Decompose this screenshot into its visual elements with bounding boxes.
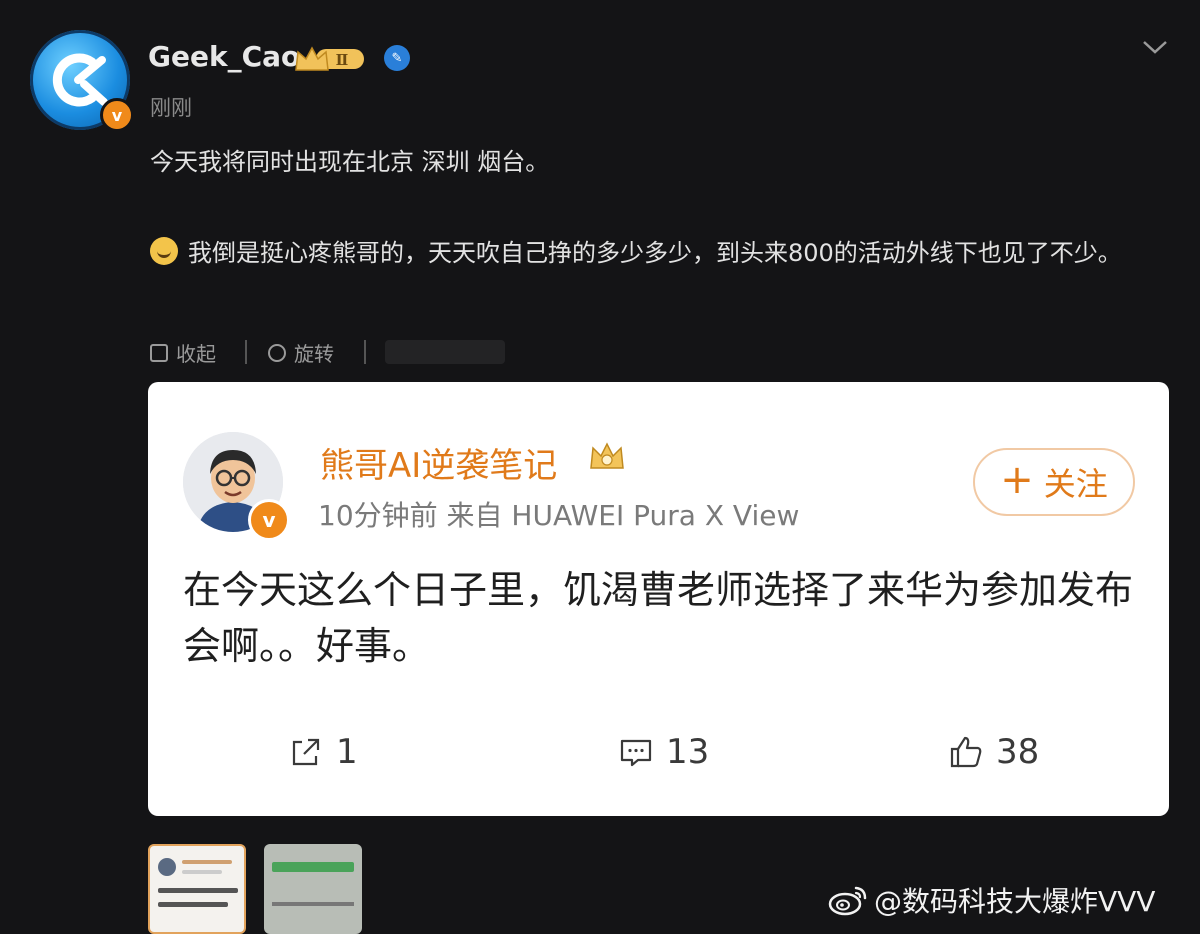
card-username[interactable]: 熊哥AI逆袭笔记 [320, 438, 557, 487]
divider [245, 340, 247, 364]
blurred-action [385, 340, 505, 364]
watermark: @数码科技大爆炸VVV [828, 880, 1155, 920]
rotate-label: 旋转 [294, 342, 334, 366]
thumbs-up-icon [950, 736, 982, 768]
verified-v-icon: v [100, 98, 134, 132]
card-meta: 10分钟前 来自 HUAWEI Pura X View [318, 499, 800, 532]
repost-icon [292, 738, 320, 766]
member-crown-badge-icon: Ⅱ [295, 46, 364, 71]
post-text-line1: 今天我将同时出现在北京 深圳 烟台。 [150, 148, 550, 176]
comment-icon [620, 739, 652, 767]
image-thumbnail[interactable] [264, 844, 362, 934]
collapse-label: 收起 [176, 342, 216, 366]
embedded-post-card: v 熊哥AI逆袭笔记 10分钟前 来自 HUAWEI Pura X View +… [148, 382, 1169, 816]
repost-count: 1 [336, 732, 358, 772]
follow-label: 关注 [1043, 465, 1108, 503]
level-text: Ⅱ [336, 51, 349, 69]
collapse-icon [150, 343, 168, 362]
comment-button[interactable]: 13 [618, 732, 709, 772]
chevron-down-icon[interactable] [1140, 36, 1170, 58]
weibo-logo-icon [828, 886, 867, 916]
divider [364, 340, 366, 364]
verified-v-icon: v [248, 499, 290, 541]
collapse-button[interactable]: 收起 [150, 338, 216, 367]
like-button[interactable]: 38 [948, 732, 1039, 772]
sweat-emoji-icon [150, 237, 178, 265]
rotate-button[interactable]: 旋转 [268, 338, 334, 367]
repost-button[interactable]: 1 [288, 732, 358, 772]
card-text: 在今天这么个日子里，饥渴曹老师选择了来华为参加发布会啊。。好事。 [183, 568, 1134, 668]
user-avatar[interactable]: v [30, 30, 134, 132]
follow-button[interactable]: + 关注 [973, 448, 1135, 516]
post-time: 刚刚 [150, 96, 192, 120]
post-text-line2: 我倒是挺心疼熊哥的，天天吹自己挣的多少多少，到头来800的活动外线下也见了不少。 [188, 239, 1122, 267]
plus-icon: + [1000, 457, 1034, 503]
comment-count: 13 [666, 732, 710, 772]
crown-icon [590, 442, 624, 469]
username[interactable]: Geek_Cao [148, 40, 300, 73]
watermark-text: @数码科技大爆炸VVV [874, 885, 1156, 918]
post-text-para2: 我倒是挺心疼熊哥的，天天吹自己挣的多少多少，到头来800的活动外线下也见了不少。 [150, 230, 1160, 276]
rotate-icon [268, 343, 286, 362]
thumbnail-avatar [158, 858, 176, 876]
image-thumbnail[interactable] [148, 844, 246, 934]
blue-verified-icon: ✎ [384, 45, 410, 71]
geek-logo-icon [52, 53, 108, 107]
like-count: 38 [996, 732, 1040, 772]
